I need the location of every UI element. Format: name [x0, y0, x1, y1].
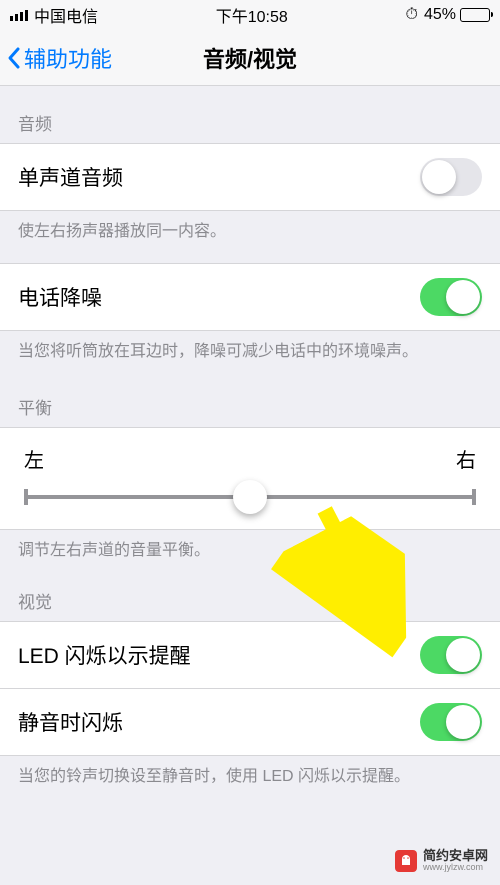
signal-icon	[10, 10, 28, 21]
watermark-name: 简约安卓网	[423, 849, 488, 863]
watermark-icon	[395, 850, 417, 872]
noise-cancel-label: 电话降噪	[18, 282, 102, 312]
clock: 下午10:58	[98, 3, 405, 27]
silent-flash-toggle[interactable]	[420, 703, 482, 741]
silent-flash-label: 静音时闪烁	[18, 707, 123, 737]
mono-audio-footer: 使左右扬声器播放同一内容。	[0, 211, 500, 263]
status-bar: 中国电信 下午10:58 ⏱ 45%	[0, 0, 500, 30]
mono-audio-toggle[interactable]	[420, 158, 482, 196]
back-label: 辅助功能	[24, 42, 112, 74]
balance-right-label: 右	[456, 444, 476, 473]
watermark-url: www.jylzw.com	[423, 863, 488, 873]
battery-icon	[460, 8, 490, 22]
carrier-label: 中国电信	[34, 3, 98, 27]
mono-audio-label: 单声道音频	[18, 162, 123, 192]
balance-row: 左 右	[0, 427, 500, 530]
led-flash-row: LED 闪烁以示提醒	[0, 621, 500, 689]
slider-thumb[interactable]	[233, 480, 267, 514]
section-header-audio: 音频	[0, 86, 500, 143]
chevron-left-icon	[6, 46, 22, 70]
balance-footer: 调节左右声道的音量平衡。	[0, 530, 500, 582]
led-flash-label: LED 闪烁以示提醒	[18, 640, 191, 670]
balance-slider[interactable]	[24, 495, 476, 499]
noise-cancel-toggle[interactable]	[420, 278, 482, 316]
battery-percent: 45%	[424, 6, 456, 24]
mono-audio-row: 单声道音频	[0, 143, 500, 211]
section-header-visual: 视觉	[0, 582, 500, 621]
noise-cancel-footer: 当您将听筒放在耳边时，降噪可减少电话中的环境噪声。	[0, 331, 500, 383]
silent-flash-row: 静音时闪烁	[0, 689, 500, 756]
visual-footer: 当您的铃声切换设至静音时，使用 LED 闪烁以示提醒。	[0, 756, 500, 808]
section-header-balance: 平衡	[0, 384, 500, 427]
nav-bar: 辅助功能 音频/视觉	[0, 30, 500, 86]
led-flash-toggle[interactable]	[420, 636, 482, 674]
noise-cancel-row: 电话降噪	[0, 263, 500, 331]
balance-left-label: 左	[24, 444, 44, 473]
watermark: 简约安卓网 www.jylzw.com	[395, 849, 488, 873]
alarm-icon: ⏱	[405, 6, 417, 24]
back-button[interactable]: 辅助功能	[0, 42, 112, 74]
